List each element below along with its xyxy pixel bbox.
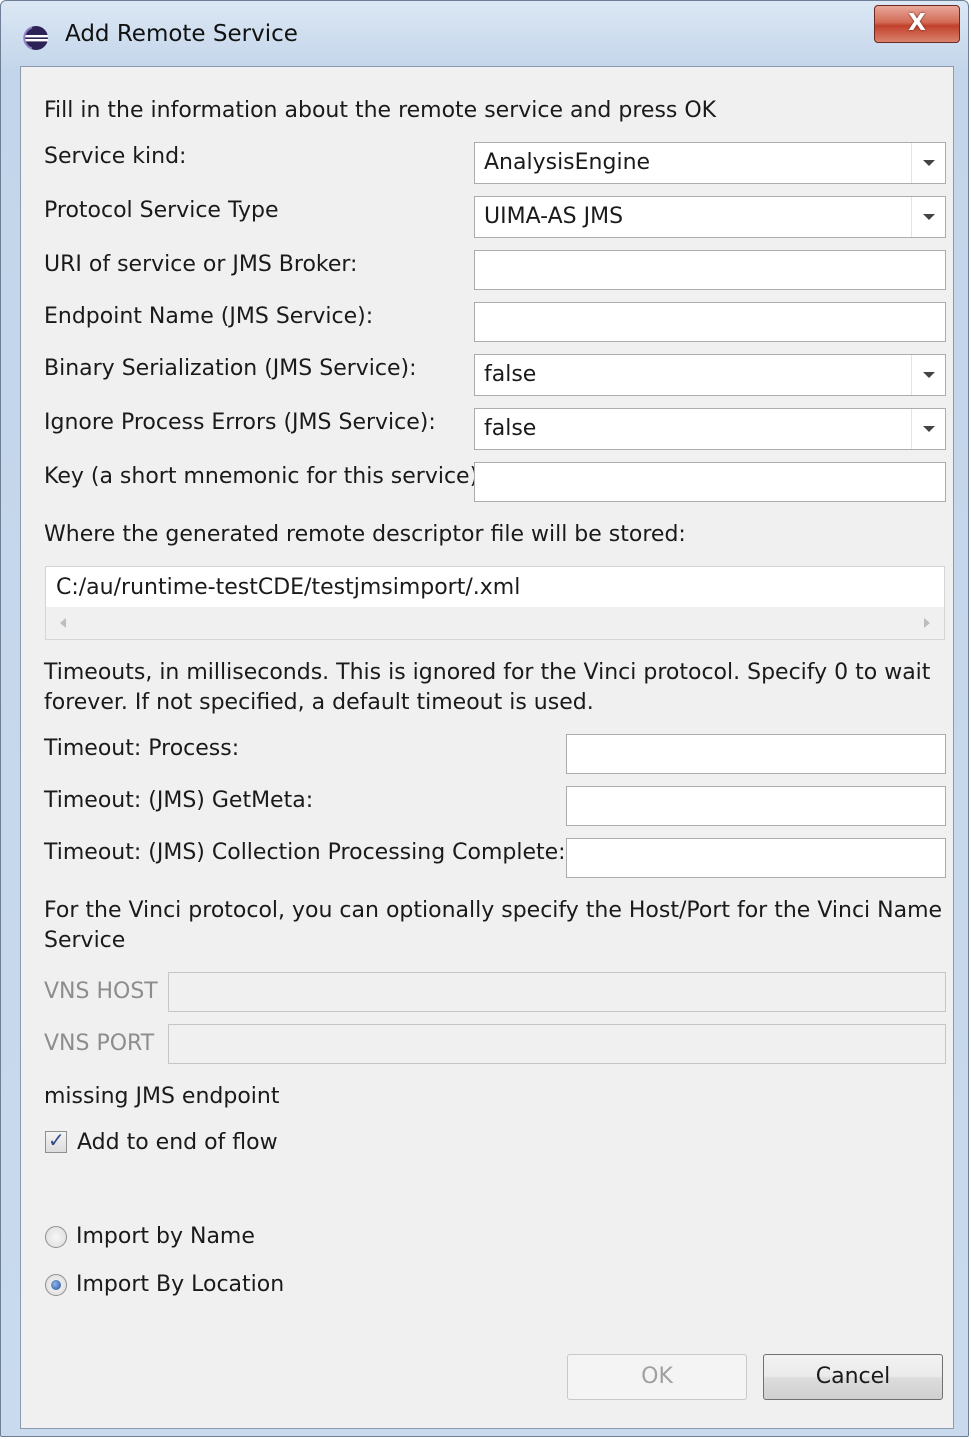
- endpoint-name-input[interactable]: [474, 302, 946, 342]
- add-remote-service-dialog: Add Remote Service X Fill in the informa…: [0, 0, 969, 1437]
- service-kind-value: AnalysisEngine: [484, 150, 651, 175]
- ignore-process-errors-select[interactable]: false: [474, 408, 946, 450]
- chevron-down-icon[interactable]: [911, 409, 945, 449]
- timeout-cpc-input[interactable]: [566, 838, 946, 878]
- radio-selected-dot: [51, 1280, 61, 1290]
- timeout-process-input[interactable]: [566, 734, 946, 774]
- dialog-content: Fill in the information about the remote…: [20, 66, 954, 1429]
- timeout-cpc-label: Timeout: (JMS) Collection Processing Com…: [44, 840, 566, 865]
- descriptor-path-field[interactable]: C:/au/runtime-testCDE/testjmsimport/.xml: [45, 566, 945, 640]
- vinci-description-line1: For the Vinci protocol, you can optional…: [44, 898, 943, 923]
- descriptor-path-value: C:/au/runtime-testCDE/testjmsimport/.xml: [56, 575, 521, 600]
- checkmark-icon: ✓: [48, 1128, 65, 1152]
- vns-port-input: [168, 1024, 946, 1064]
- add-to-end-of-flow-checkbox[interactable]: ✓: [45, 1128, 67, 1153]
- timeout-getmeta-label: Timeout: (JMS) GetMeta:: [44, 788, 314, 813]
- timeouts-description-line1: Timeouts, in milliseconds. This is ignor…: [44, 660, 931, 685]
- chevron-down-icon[interactable]: [911, 143, 945, 183]
- timeout-process-label: Timeout: Process:: [44, 736, 240, 761]
- timeouts-description-line2: forever. If not specified, a default tim…: [44, 690, 594, 715]
- vns-host-input: [168, 972, 946, 1012]
- scroll-left-icon[interactable]: [60, 618, 66, 628]
- protocol-service-type-value: UIMA-AS JMS: [484, 204, 624, 229]
- ok-button[interactable]: OK: [567, 1354, 747, 1400]
- status-message: missing JMS endpoint: [44, 1084, 280, 1109]
- binary-serialization-value: false: [484, 362, 537, 387]
- chevron-down-icon[interactable]: [911, 197, 945, 237]
- protocol-service-type-select[interactable]: UIMA-AS JMS: [474, 196, 946, 238]
- close-icon: X: [908, 10, 926, 36]
- import-by-name-radio[interactable]: [45, 1226, 67, 1248]
- vns-host-label: VNS HOST: [44, 979, 158, 1004]
- uri-label: URI of service or JMS Broker:: [44, 252, 358, 277]
- key-label: Key (a short mnemonic for this service):: [44, 464, 486, 489]
- service-kind-select[interactable]: AnalysisEngine: [474, 142, 946, 184]
- chevron-down-icon[interactable]: [911, 355, 945, 395]
- vns-port-label: VNS PORT: [44, 1031, 155, 1056]
- ignore-process-errors-label: Ignore Process Errors (JMS Service):: [44, 410, 436, 435]
- ignore-process-errors-value: false: [484, 416, 537, 441]
- scroll-right-icon[interactable]: [924, 618, 930, 628]
- service-kind-label: Service kind:: [44, 144, 187, 169]
- vinci-description-line2: Service: [44, 928, 126, 953]
- horizontal-scrollbar[interactable]: [46, 607, 944, 639]
- import-by-location-radio[interactable]: [45, 1274, 67, 1296]
- eclipse-icon: [23, 26, 48, 50]
- close-button[interactable]: X: [874, 5, 960, 43]
- binary-serialization-label: Binary Serialization (JMS Service):: [44, 356, 417, 381]
- title-bar[interactable]: Add Remote Service X: [1, 1, 968, 63]
- uri-input[interactable]: [474, 250, 946, 290]
- timeout-getmeta-input[interactable]: [566, 786, 946, 826]
- descriptor-location-label: Where the generated remote descriptor fi…: [44, 522, 686, 547]
- endpoint-name-label: Endpoint Name (JMS Service):: [44, 304, 374, 329]
- key-input[interactable]: [474, 462, 946, 502]
- intro-text: Fill in the information about the remote…: [44, 98, 717, 123]
- binary-serialization-select[interactable]: false: [474, 354, 946, 396]
- import-by-location-label[interactable]: Import By Location: [76, 1272, 284, 1297]
- add-to-end-of-flow-label[interactable]: Add to end of flow: [77, 1130, 278, 1155]
- protocol-service-type-label: Protocol Service Type: [44, 198, 279, 223]
- import-by-name-label[interactable]: Import by Name: [76, 1224, 255, 1249]
- cancel-button[interactable]: Cancel: [763, 1354, 943, 1400]
- dialog-title: Add Remote Service: [65, 21, 298, 47]
